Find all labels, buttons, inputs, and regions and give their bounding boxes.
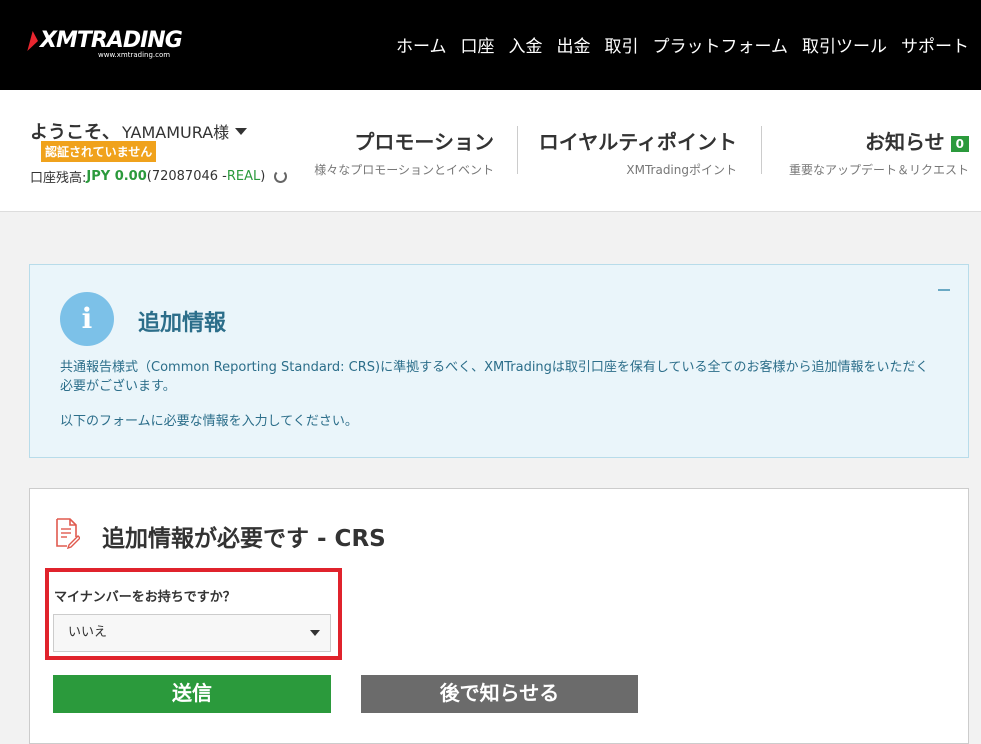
info-panel: i 追加情報 共通報告様式（Common Reporting Standard:… (29, 264, 969, 458)
unverified-badge: 認証されていません (41, 141, 157, 162)
logo-url: www.xmtrading.com (98, 51, 171, 59)
refresh-icon[interactable] (274, 170, 288, 183)
divider (517, 126, 518, 174)
promotion-title: プロモーション (354, 130, 494, 154)
minimize-icon[interactable] (938, 289, 950, 291)
news-count-badge: 0 (950, 135, 969, 152)
nav-platform[interactable]: プラットフォーム (653, 32, 789, 57)
nav-trade[interactable]: 取引 (605, 32, 639, 57)
nav-support[interactable]: サポート (901, 32, 969, 57)
news-link[interactable]: お知らせ 0 重要なアップデート＆リクエスト (789, 126, 969, 178)
loyalty-title: ロイヤルティポイント (538, 130, 737, 154)
account-close-paren: ) (260, 169, 266, 184)
form-title: 追加情報が必要です - CRS (102, 526, 386, 552)
promotion-link[interactable]: プロモーション 様々なプロモーションとイベント (314, 126, 494, 178)
promotion-subtitle: 様々なプロモーションとイベント (314, 163, 494, 177)
my-number-question-label: マイナンバーをお持ちですか？ (54, 590, 236, 605)
dropdown-arrow-icon (310, 630, 320, 636)
main-nav: ホーム 口座 入金 出金 取引 プラットフォーム 取引ツール サポート (396, 32, 969, 57)
loyalty-points-link[interactable]: ロイヤルティポイント XMTradingポイント (539, 126, 737, 178)
chevron-down-icon (235, 127, 248, 135)
username: YAMAMURA様 (122, 123, 230, 142)
logo-mark-icon (27, 30, 41, 51)
notify-later-button[interactable]: 後で知らせる (361, 675, 638, 713)
nav-account[interactable]: 口座 (461, 32, 495, 57)
submit-button[interactable]: 送信 (53, 675, 331, 713)
news-subtitle: 重要なアップデート＆リクエスト (788, 163, 969, 177)
info-icon: i (60, 292, 114, 346)
nav-home[interactable]: ホーム (396, 32, 447, 57)
xmtrading-logo[interactable]: XMTRADING www.xmtrading.com (27, 28, 183, 59)
news-title-row: お知らせ 0 (789, 126, 969, 155)
logo-text: XMTRADING (40, 28, 183, 53)
logo-mark-wrapper: XMTRADING (27, 28, 183, 53)
info-title: 追加情報 (138, 311, 227, 336)
info-instruction: 以下のフォームに必要な情報を入力してください。 (60, 414, 358, 429)
balance-value: JPY 0.00 (86, 169, 147, 184)
account-balance: 口座残高: JPY 0.00 (72087046 - REAL ) (30, 167, 288, 186)
loyalty-subtitle: XMTradingポイント (626, 163, 737, 177)
nav-trading-tools[interactable]: 取引ツール (802, 32, 887, 57)
nav-withdraw[interactable]: 出金 (557, 32, 591, 57)
my-number-select[interactable]: いいえ (53, 614, 331, 652)
nav-deposit[interactable]: 入金 (509, 32, 543, 57)
select-value: いいえ (68, 625, 108, 640)
balance-label: 口座残高: (30, 171, 87, 186)
top-navigation-bar: XMTRADING www.xmtrading.com ホーム 口座 入金 出金… (0, 0, 981, 90)
account-number: (72087046 - (146, 169, 227, 184)
info-description: 共通報告様式（Common Reporting Standard: CRS)に準… (60, 360, 929, 394)
account-header: ようこそ、 YAMAMURA様 認証されていません 口座残高: JPY 0.00… (0, 90, 981, 212)
account-type: REAL (226, 169, 261, 184)
divider (761, 126, 762, 174)
news-title: お知らせ (865, 130, 945, 154)
crs-form-panel: 追加情報が必要です - CRS マイナンバーをお持ちですか？ いいえ 送信 後で… (29, 488, 969, 744)
document-edit-icon (56, 518, 80, 549)
